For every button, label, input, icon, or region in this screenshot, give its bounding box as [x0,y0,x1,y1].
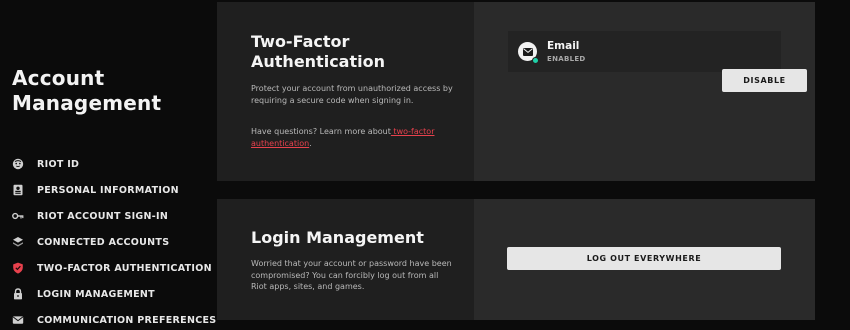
sidebar-item-two-factor-authentication[interactable]: TWO-FACTOR AUTHENTICATION [12,255,216,281]
two-factor-title-line2: Authentication [251,52,385,71]
sidebar-item-label: RIOT ID [37,158,80,170]
id-card-icon [12,184,24,196]
two-factor-help-text: Have questions? Learn more about two-fac… [251,126,456,149]
shield-icon [12,262,24,274]
mail-icon [12,314,24,326]
sidebar-item-label: TWO-FACTOR AUTHENTICATION [37,262,212,274]
login-management-info: Login Management Worried that your accou… [217,199,474,320]
two-factor-help-suffix: . [309,138,312,148]
page-title-line1: Account [12,66,105,90]
key-icon [12,210,24,222]
two-factor-methods: Email ENABLED DISABLE [474,2,815,181]
login-management-title: Login Management [251,228,424,247]
two-factor-title-line1: Two-Factor [251,32,350,51]
two-factor-description: Protect your account from unauthorized a… [251,84,453,105]
sidebar-item-personal-information[interactable]: PERSONAL INFORMATION [12,177,216,203]
page-title-line2: Management [12,91,162,115]
disable-button[interactable]: DISABLE [722,69,807,92]
log-out-everywhere-button[interactable]: LOG OUT EVERYWHERE [507,247,781,270]
two-factor-card: Two-Factor Authentication Protect your a… [217,2,815,181]
sidebar-item-communication-preferences[interactable]: COMMUNICATION PREFERENCES [12,307,216,330]
sidebar-item-riot-account-sign-in[interactable]: RIOT ACCOUNT SIGN-IN [12,203,216,229]
login-management-description: Worried that your account or password ha… [251,259,452,291]
enabled-status-dot [532,57,539,64]
email-method-name: Email [547,40,580,52]
sidebar-item-label: LOGIN MANAGEMENT [37,288,155,300]
two-factor-title: Two-Factor Authentication [251,32,461,72]
two-factor-help-prefix: Have questions? Learn more about [251,127,391,136]
sidebar-item-login-management[interactable]: LOGIN MANAGEMENT [12,281,216,307]
sidebar-item-label: RIOT ACCOUNT SIGN-IN [37,210,169,222]
lock-icon [12,288,24,300]
layers-icon [12,236,24,248]
sidebar-item-label: COMMUNICATION PREFERENCES [37,314,217,326]
sidebar-item-riot-id[interactable]: RIOT ID [12,151,216,177]
sidebar-item-label: PERSONAL INFORMATION [37,184,179,196]
sidebar-item-label: CONNECTED ACCOUNTS [37,236,170,248]
sidebar: Account Management RIOT ID PERSONAL INFO… [0,0,216,330]
two-factor-info: Two-Factor Authentication Protect your a… [217,2,474,181]
page-title: Account Management [12,66,161,116]
login-management-card: Login Management Worried that your accou… [217,199,815,320]
sidebar-nav: RIOT ID PERSONAL INFORMATION RIOT ACCOUN… [12,151,216,330]
email-method-status: ENABLED [547,55,586,63]
sidebar-item-connected-accounts[interactable]: CONNECTED ACCOUNTS [12,229,216,255]
email-method-row: Email ENABLED DISABLE [508,31,807,92]
face-icon [12,158,24,170]
